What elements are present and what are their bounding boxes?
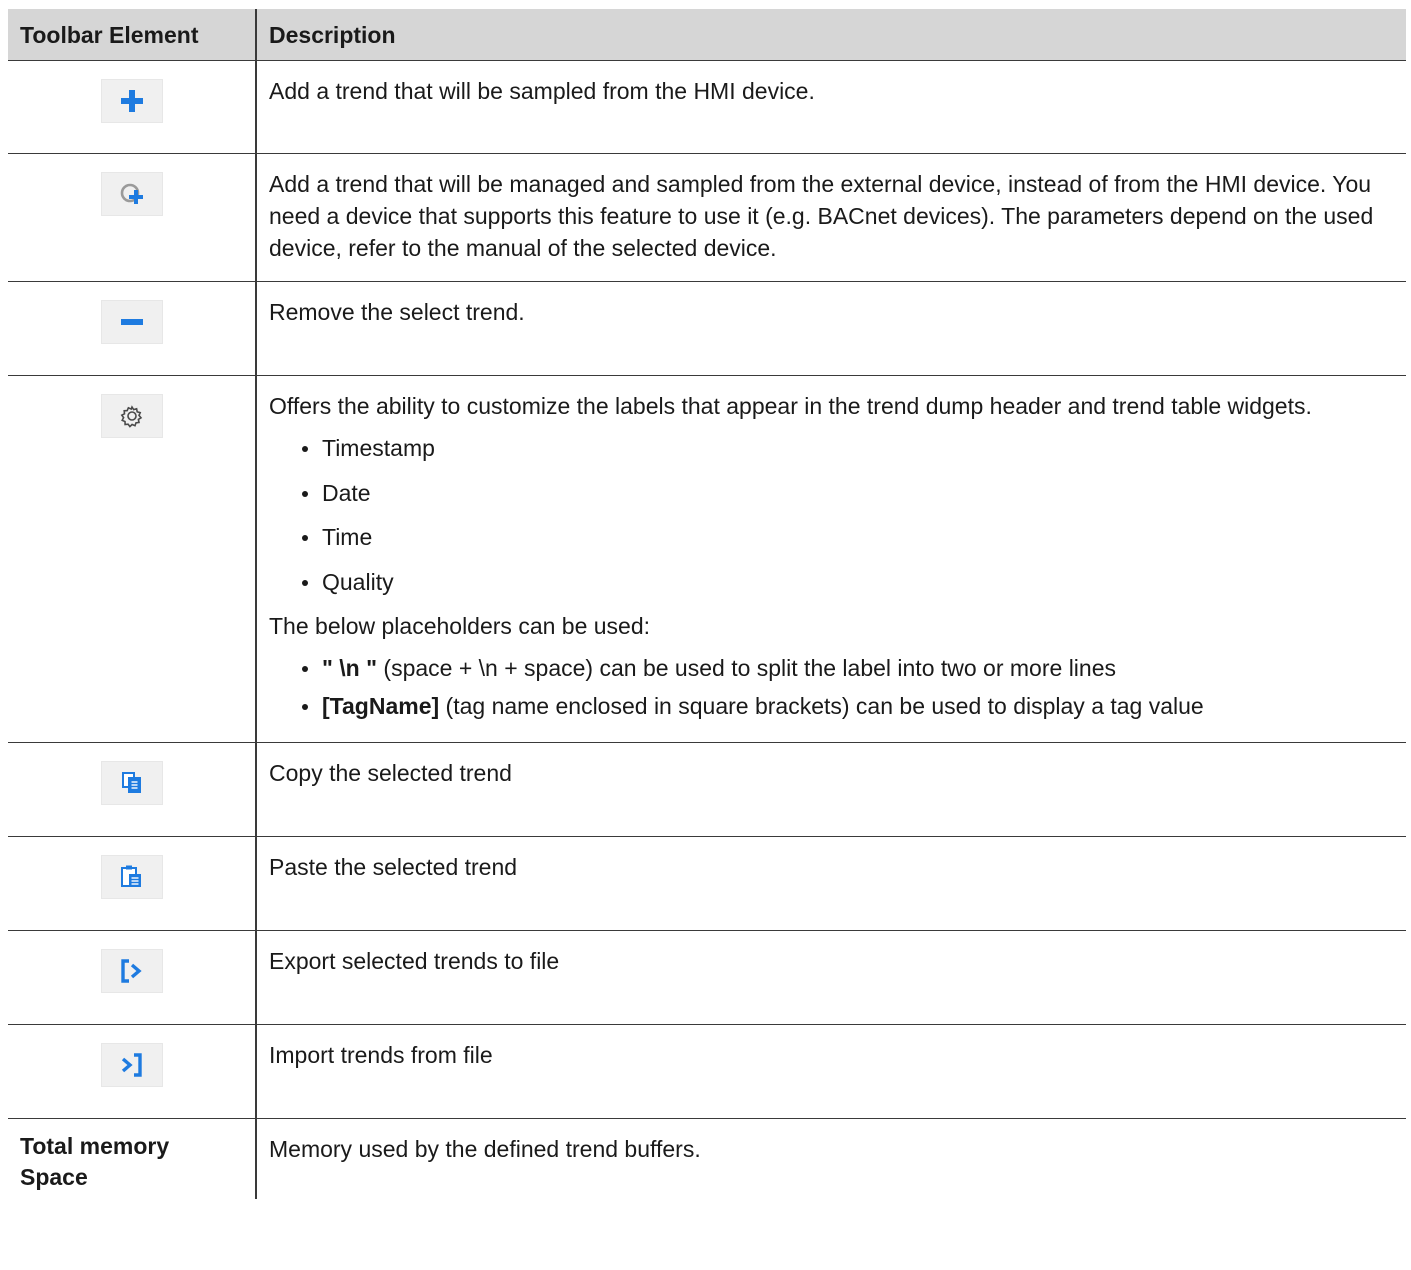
table-row: Total memory Space Memory used by the de… bbox=[8, 1118, 1406, 1199]
table-header-row: Toolbar Element Description bbox=[8, 9, 1406, 61]
list-item: [TagName] (tag name enclosed in square b… bbox=[302, 690, 1394, 722]
paste-icon bbox=[100, 855, 163, 899]
description-text: Add a trend that will be managed and sam… bbox=[269, 171, 1374, 261]
table-row: Add a trend that will be managed and sam… bbox=[8, 153, 1406, 282]
placeholder-code: [TagName] bbox=[322, 693, 440, 719]
label-list: Timestamp Date Time Quality bbox=[269, 432, 1394, 598]
table-row: Remove the select trend. bbox=[8, 281, 1406, 376]
add-plus-icon bbox=[100, 79, 163, 123]
placeholder-list: " \n " (space + \n + space) can be used … bbox=[269, 652, 1394, 722]
column-header-toolbar-element: Toolbar Element bbox=[8, 9, 257, 61]
toolbar-elements-table: Toolbar Element Description Add a trend … bbox=[8, 9, 1406, 1199]
remove-minus-icon bbox=[100, 300, 163, 344]
element-label: Total memory Space bbox=[8, 1118, 257, 1199]
table-row: Paste the selected trend bbox=[8, 836, 1406, 931]
description-cell: Paste the selected trend bbox=[256, 836, 1406, 931]
table-row: Offers the ability to customize the labe… bbox=[8, 375, 1406, 743]
description-text: Memory used by the defined trend buffers… bbox=[269, 1136, 701, 1162]
placeholder-text: (space + \n + space) can be used to spli… bbox=[377, 655, 1116, 681]
description-text: Remove the select trend. bbox=[269, 299, 525, 325]
description-text: Paste the selected trend bbox=[269, 854, 518, 880]
placeholder-code: " \n " bbox=[322, 655, 378, 681]
description-text: Copy the selected trend bbox=[269, 760, 512, 786]
list-item: " \n " (space + \n + space) can be used … bbox=[302, 652, 1394, 684]
list-item: Date bbox=[302, 477, 1394, 509]
gear-icon bbox=[100, 394, 163, 438]
description-cell: Offers the ability to customize the labe… bbox=[256, 375, 1406, 743]
placeholder-text: (tag name enclosed in square brackets) c… bbox=[439, 693, 1204, 719]
list-item: Quality bbox=[302, 566, 1394, 598]
table-row: Copy the selected trend bbox=[8, 742, 1406, 837]
description-text: Export selected trends to file bbox=[269, 948, 560, 974]
description-cell: Memory used by the defined trend buffers… bbox=[256, 1119, 1406, 1199]
column-header-description: Description bbox=[256, 9, 1406, 61]
description-cell: Import trends from file bbox=[256, 1024, 1406, 1119]
placeholders-intro: The below placeholders can be used: bbox=[269, 613, 651, 639]
table-row: Import trends from file bbox=[8, 1024, 1406, 1119]
table-row: Add a trend that will be sampled from th… bbox=[8, 60, 1406, 154]
description-cell: Add a trend that will be sampled from th… bbox=[256, 60, 1406, 154]
table-row: Export selected trends to file bbox=[8, 930, 1406, 1025]
list-item: Timestamp bbox=[302, 432, 1394, 464]
description-text: Import trends from file bbox=[269, 1042, 493, 1068]
list-item: Time bbox=[302, 521, 1394, 553]
export-icon bbox=[100, 949, 163, 993]
import-icon bbox=[100, 1043, 163, 1087]
copy-icon bbox=[100, 761, 163, 805]
description-cell: Remove the select trend. bbox=[256, 281, 1406, 376]
add-external-trend-icon bbox=[100, 172, 163, 216]
description-cell: Export selected trends to file bbox=[256, 930, 1406, 1025]
description-cell: Copy the selected trend bbox=[256, 742, 1406, 837]
description-text: Add a trend that will be sampled from th… bbox=[269, 78, 815, 104]
description-text: Offers the ability to customize the labe… bbox=[269, 393, 1312, 419]
description-cell: Add a trend that will be managed and sam… bbox=[256, 153, 1406, 282]
